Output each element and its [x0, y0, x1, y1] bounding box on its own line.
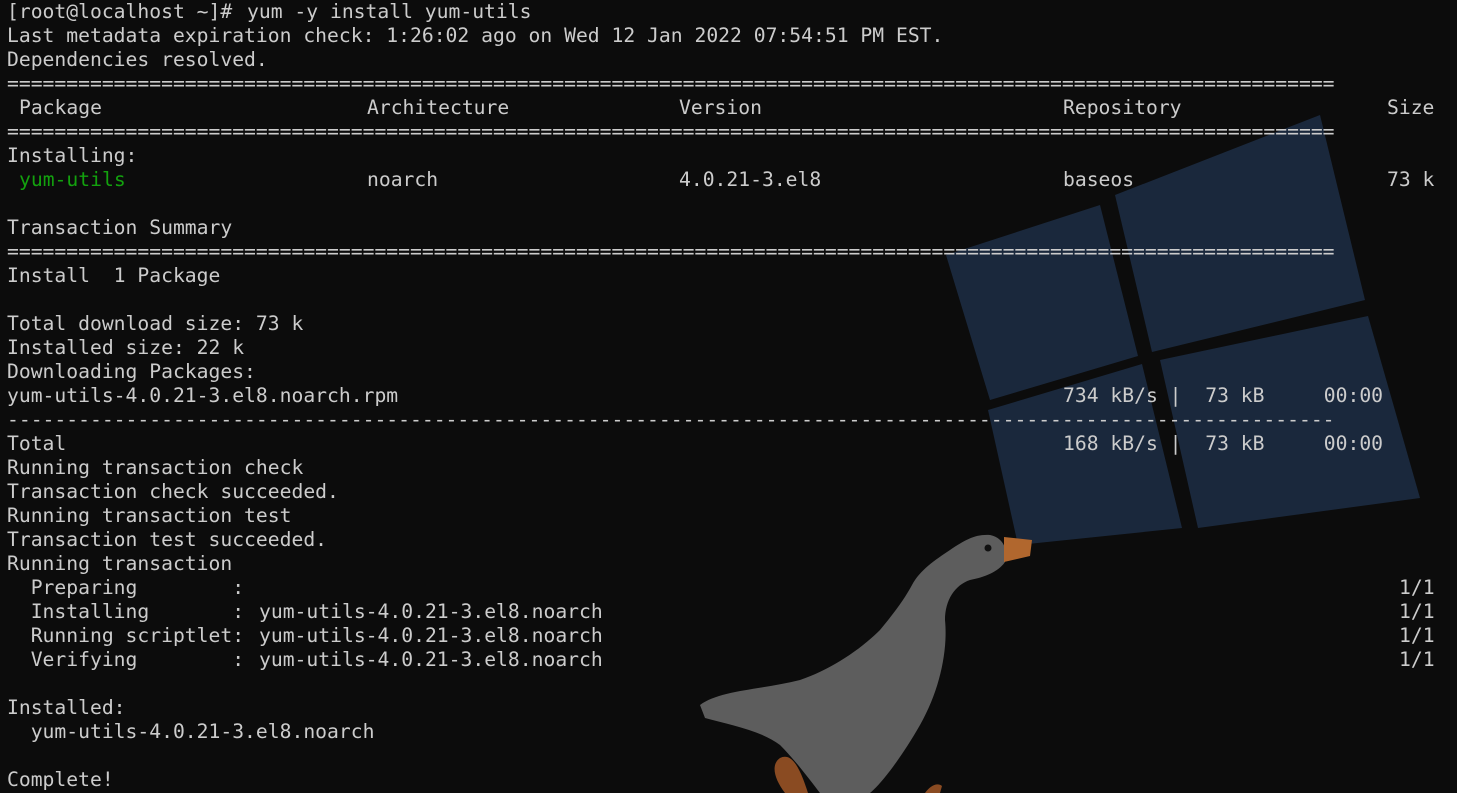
separator-rule: ========================================…	[7, 240, 1335, 263]
package-version: 4.0.21-3.el8	[679, 168, 822, 191]
transaction-check: Running transaction check	[7, 456, 304, 479]
column-header-architecture: Architecture	[367, 96, 510, 119]
transaction-test: Running transaction test	[7, 504, 292, 527]
step-count: 1/1	[1399, 648, 1435, 671]
metadata-expiration: Last metadata expiration check: 1:26:02 …	[7, 24, 944, 47]
complete-message: Complete!	[7, 768, 114, 791]
downloading-packages-label: Downloading Packages:	[7, 360, 256, 383]
download-file-stats: 734 kB/s | 73 kB 00:00	[1063, 384, 1384, 407]
section-label-installing: Installing:	[7, 144, 138, 167]
column-header-repository: Repository	[1063, 96, 1182, 119]
step-label: Verifying :	[7, 648, 245, 671]
package-size: 73 k	[1387, 168, 1435, 191]
step-label: Running scriptlet:	[7, 624, 245, 647]
step-count: 1/1	[1399, 576, 1435, 599]
running-transaction: Running transaction	[7, 552, 233, 575]
windows-logo-icon	[946, 115, 1420, 545]
separator-dash-rule: ----------------------------------------…	[7, 408, 1335, 431]
installed-package: yum-utils-4.0.21-3.el8.noarch	[7, 720, 375, 743]
goose-icon	[700, 534, 1032, 793]
command-text: yum -y install yum-utils	[247, 0, 532, 23]
transaction-test-result: Transaction test succeeded.	[7, 528, 328, 551]
terminal-window[interactable]: [root@localhost ~]# yum -y install yum-u…	[0, 0, 1457, 793]
step-package: yum-utils-4.0.21-3.el8.noarch	[259, 600, 603, 623]
package-architecture: noarch	[367, 168, 439, 191]
installed-size: Installed size: 22 k	[7, 336, 245, 359]
dependencies-status: Dependencies resolved.	[7, 48, 268, 71]
column-header-package: Package	[19, 96, 102, 119]
column-header-version: Version	[679, 96, 762, 119]
shell-prompt: [root@localhost ~]#	[7, 0, 233, 23]
package-repository: baseos	[1063, 168, 1135, 191]
step-package: yum-utils-4.0.21-3.el8.noarch	[259, 624, 603, 647]
download-total-label: Total	[7, 432, 67, 455]
step-label: Preparing :	[7, 576, 245, 599]
step-label: Installing :	[7, 600, 245, 623]
step-package: yum-utils-4.0.21-3.el8.noarch	[259, 648, 603, 671]
download-total-stats: 168 kB/s | 73 kB 00:00	[1063, 432, 1384, 455]
transaction-check-result: Transaction check succeeded.	[7, 480, 339, 503]
separator-rule: ========================================…	[7, 120, 1335, 143]
installed-label: Installed:	[7, 696, 126, 719]
download-file: yum-utils-4.0.21-3.el8.noarch.rpm	[7, 384, 399, 407]
step-count: 1/1	[1399, 624, 1435, 647]
column-header-size: Size	[1387, 96, 1435, 119]
step-count: 1/1	[1399, 600, 1435, 623]
separator-rule: ========================================…	[7, 72, 1335, 95]
install-count: Install 1 Package	[7, 264, 221, 287]
package-name: yum-utils	[19, 168, 126, 191]
total-download-size: Total download size: 73 k	[7, 312, 304, 335]
transaction-summary-title: Transaction Summary	[7, 216, 233, 239]
